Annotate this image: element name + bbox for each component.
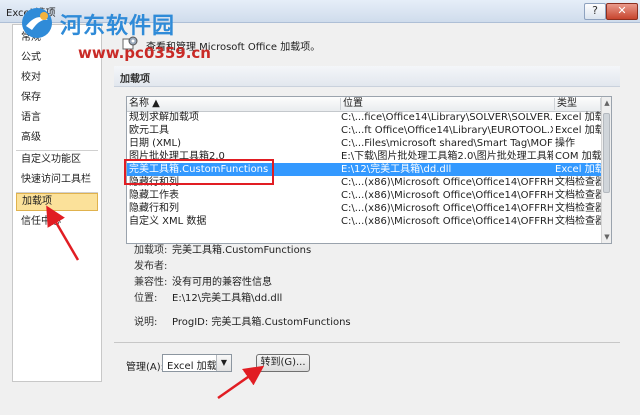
scroll-up-icon[interactable]: ▲ bbox=[603, 97, 611, 109]
row-location: C:\...Files\microsoft shared\Smart Tag\M… bbox=[341, 138, 553, 149]
row-location: C:\...(x86)\Microsoft Office\Office14\OF… bbox=[341, 216, 553, 227]
help-button[interactable]: ? bbox=[584, 3, 606, 20]
column-type[interactable]: 类型 bbox=[555, 98, 601, 110]
detail-location: 位置: E:\12\完美工具箱\dd.dll bbox=[134, 292, 614, 306]
table-row[interactable]: 日期 (XML) C:\...Files\microsoft shared\Sm… bbox=[127, 137, 601, 150]
nav-item-quick-access-toolbar[interactable]: 快速访问工具栏 bbox=[16, 171, 98, 189]
detail-value: 完美工具箱.CustomFunctions bbox=[172, 245, 312, 256]
watermark-logo-icon bbox=[22, 8, 52, 38]
nav-item-language[interactable]: 语言 bbox=[16, 109, 98, 127]
detail-label: 兼容性: bbox=[134, 277, 168, 288]
row-location: C:\...ft Office\Office14\Library\EUROTOO… bbox=[341, 125, 553, 136]
table-row[interactable]: 隐藏工作表 C:\...(x86)\Microsoft Office\Offic… bbox=[127, 189, 605, 202]
row-type: 文档检查器 bbox=[555, 203, 605, 214]
detail-label: 发布者: bbox=[134, 261, 168, 272]
row-location: C:\...(x86)\Microsoft Office\Office14\OF… bbox=[341, 190, 553, 201]
detail-label: 加载项: bbox=[134, 245, 168, 256]
nav-item-addins[interactable]: 加载项 bbox=[16, 193, 98, 211]
table-row[interactable]: 规划求解加载项 C:\...fice\Office14\Library\SOLV… bbox=[127, 111, 605, 124]
manage-select[interactable]: Excel 加载项 ▼ bbox=[162, 354, 232, 372]
row-name: 欧元工具 bbox=[129, 125, 169, 136]
table-row[interactable]: 欧元工具 C:\...ft Office\Office14\Library\EU… bbox=[127, 124, 605, 137]
detail-value: E:\12\完美工具箱\dd.dll bbox=[172, 293, 283, 304]
table-header: 名称 ▲ 位置 类型 bbox=[127, 97, 601, 112]
nav-item-save[interactable]: 保存 bbox=[16, 89, 98, 107]
scroll-thumb[interactable] bbox=[603, 113, 610, 193]
detail-compatibility: 兼容性: 没有可用的兼容性信息 bbox=[134, 276, 614, 290]
nav-item-trust-center[interactable]: 信任中心 bbox=[16, 213, 98, 231]
close-button[interactable]: ✕ bbox=[606, 3, 638, 20]
row-name: 隐藏工作表 bbox=[129, 190, 179, 201]
table-row[interactable]: 隐藏行和列 C:\...(x86)\Microsoft Office\Offic… bbox=[127, 202, 605, 215]
row-type: 文档检查器 bbox=[555, 216, 605, 227]
row-name: 自定义 XML 数据 bbox=[129, 216, 207, 227]
table-scrollbar[interactable]: ▲ ▼ bbox=[601, 97, 611, 243]
row-location: E:\下载\图片批处理工具箱2.0\图片批处理工具箱2.0.d bbox=[341, 151, 553, 162]
row-type: Excel 加载项 bbox=[555, 164, 605, 175]
column-name[interactable]: 名称 ▲ bbox=[127, 98, 341, 110]
table-row[interactable]: 自定义 XML 数据 C:\...(x86)\Microsoft Office\… bbox=[127, 215, 605, 228]
detail-addin: 加载项: 完美工具箱.CustomFunctions bbox=[134, 244, 614, 258]
detail-description: 说明: ProgID: 完美工具箱.CustomFunctions bbox=[134, 316, 614, 330]
row-type: COM 加载项 bbox=[555, 151, 605, 162]
row-type: 文档检查器 bbox=[555, 177, 605, 188]
section-title: 加载项 bbox=[120, 74, 150, 85]
detail-value: 没有可用的兼容性信息 bbox=[172, 277, 272, 288]
row-location: C:\...fice\Office14\Library\SOLVER\SOLVE… bbox=[341, 112, 553, 123]
footer-divider bbox=[114, 342, 620, 343]
watermark-name: 河东软件园 bbox=[60, 13, 176, 39]
row-location: E:\12\完美工具箱\dd.dll bbox=[341, 164, 452, 175]
go-button[interactable]: 转到(G)... bbox=[256, 354, 310, 372]
row-type: 文档检查器 bbox=[555, 190, 605, 201]
manage-label: 管理(A): bbox=[126, 362, 165, 373]
detail-value: ProgID: 完美工具箱.CustomFunctions bbox=[172, 317, 351, 328]
addins-panel: 查看和管理 Microsoft Office 加载项。 加载项 名称 ▲ 位置 … bbox=[104, 24, 634, 414]
row-location: C:\...(x86)\Microsoft Office\Office14\OF… bbox=[341, 203, 553, 214]
row-name: 日期 (XML) bbox=[129, 138, 182, 149]
row-name: 隐藏行和列 bbox=[129, 203, 179, 214]
nav-item-advanced[interactable]: 高级 bbox=[16, 129, 98, 147]
detail-publisher: 发布者: bbox=[134, 260, 614, 274]
row-location: C:\...(x86)\Microsoft Office\Office14\OF… bbox=[341, 177, 553, 188]
row-name: 规划求解加载项 bbox=[129, 112, 199, 123]
row-type: Excel 加载项 bbox=[555, 112, 605, 123]
scroll-down-icon[interactable]: ▼ bbox=[603, 231, 611, 243]
chevron-down-icon[interactable]: ▼ bbox=[216, 355, 231, 371]
detail-label: 说明: bbox=[134, 317, 158, 328]
watermark: 河东软件园 www.pc0359.cn bbox=[20, 6, 280, 70]
watermark-url: www.pc0359.cn bbox=[78, 44, 211, 62]
options-nav: 常规 公式 校对 保存 语言 高级 自定义功能区 快速访问工具栏 加载项 信任中… bbox=[12, 24, 102, 382]
nav-item-proofing[interactable]: 校对 bbox=[16, 69, 98, 87]
detail-label: 位置: bbox=[134, 293, 158, 304]
row-type: 操作 bbox=[555, 138, 575, 149]
row-type: Excel 加载项 bbox=[555, 125, 605, 136]
annotation-highlight-box bbox=[124, 159, 274, 185]
nav-item-customize-ribbon[interactable]: 自定义功能区 bbox=[16, 151, 98, 169]
column-location[interactable]: 位置 bbox=[341, 98, 555, 110]
